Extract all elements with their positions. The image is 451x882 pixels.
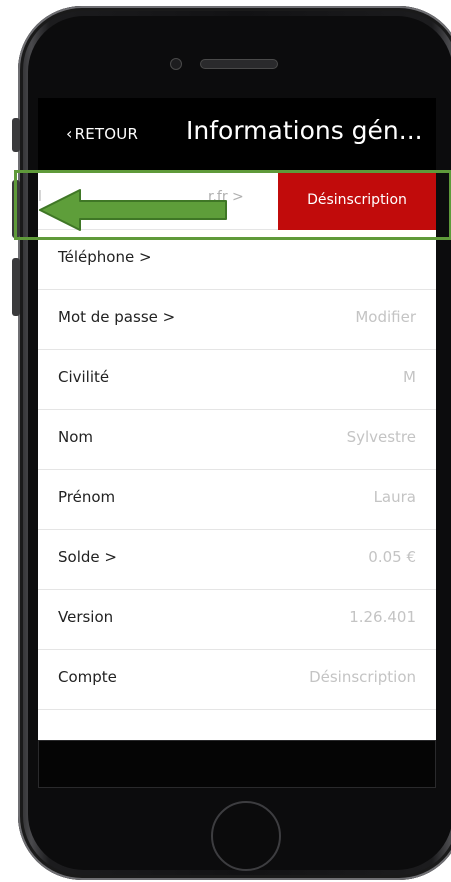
home-button[interactable] — [211, 801, 281, 871]
page-title: Informations gén... — [186, 116, 423, 145]
row-value: 0.05 € — [368, 548, 416, 566]
row-label: Civilité — [58, 368, 110, 386]
row-value: Modifier — [355, 308, 416, 326]
navigation-bar: ‹ RETOUR Informations gén... — [38, 98, 436, 170]
back-button[interactable]: ‹ RETOUR — [66, 124, 138, 143]
volume-down-button — [12, 258, 20, 316]
list-item-first-name: Prénom Laura — [38, 470, 436, 530]
row-label: Prénom — [58, 488, 116, 506]
row-value: Laura — [373, 488, 416, 506]
row-value: M — [403, 368, 416, 386]
row-value: 1.26.401 — [349, 608, 416, 626]
row-value[interactable]: Désinscription — [309, 668, 416, 686]
row-label: Version — [58, 608, 114, 626]
row-label: Téléphone > — [58, 248, 152, 266]
left-arrow-icon — [39, 189, 227, 231]
list-item-version: Version 1.26.401 — [38, 590, 436, 650]
list-item-account[interactable]: Compte Désinscription — [38, 650, 436, 710]
row-label: Compte — [58, 668, 117, 686]
mute-switch — [12, 118, 20, 152]
row-value: Sylvestre — [346, 428, 416, 446]
earpiece-speaker — [200, 59, 278, 69]
screen-bottom-bezel — [38, 740, 436, 788]
list-item-password[interactable]: Mot de passe > Modifier — [38, 290, 436, 350]
chevron-left-icon: ‹ — [66, 124, 73, 143]
list-item-civility: Civilité M — [38, 350, 436, 410]
row-label: Mot de passe > — [58, 308, 176, 326]
back-button-label: RETOUR — [74, 125, 139, 143]
front-camera — [170, 58, 182, 70]
list-item-last-name: Nom Sylvestre — [38, 410, 436, 470]
row-label: Solde > — [58, 548, 117, 566]
row-label: Nom — [58, 428, 94, 446]
list-item-balance[interactable]: Solde > 0.05 € — [38, 530, 436, 590]
